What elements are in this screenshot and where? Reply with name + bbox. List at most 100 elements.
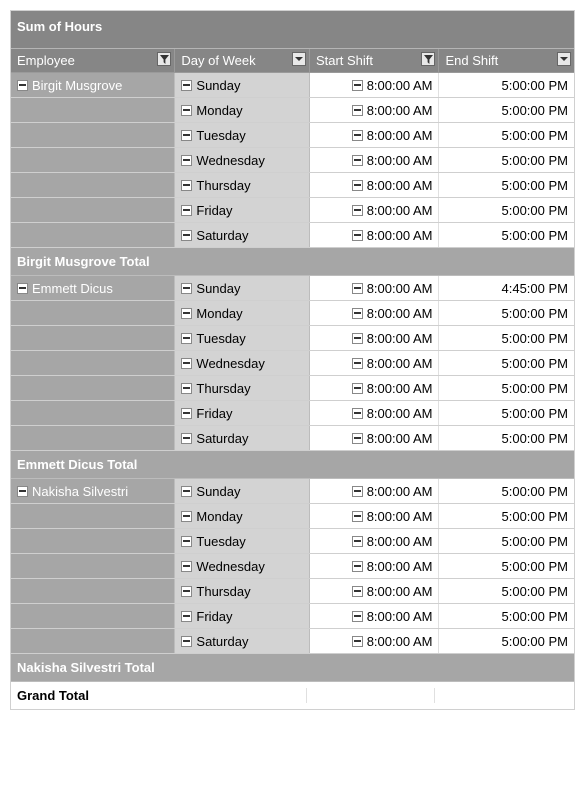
day-cell[interactable]: Wednesday xyxy=(175,554,310,578)
collapse-icon[interactable] xyxy=(352,408,363,419)
collapse-icon[interactable] xyxy=(181,308,192,319)
collapse-icon[interactable] xyxy=(352,358,363,369)
start-cell[interactable]: 8:00:00 AM xyxy=(310,504,440,528)
start-cell[interactable]: 8:00:00 AM xyxy=(310,326,440,350)
employee-cell[interactable] xyxy=(11,301,175,325)
collapse-icon[interactable] xyxy=(181,105,192,116)
employee-cell[interactable] xyxy=(11,223,175,247)
start-cell[interactable]: 8:00:00 AM xyxy=(310,426,440,450)
collapse-icon[interactable] xyxy=(181,536,192,547)
start-cell[interactable]: 8:00:00 AM xyxy=(310,148,440,172)
collapse-icon[interactable] xyxy=(181,155,192,166)
collapse-icon[interactable] xyxy=(352,230,363,241)
employee-cell[interactable]: Emmett Dicus xyxy=(11,276,175,300)
start-cell[interactable]: 8:00:00 AM xyxy=(310,579,440,603)
collapse-icon[interactable] xyxy=(352,130,363,141)
day-cell[interactable]: Monday xyxy=(175,98,310,122)
collapse-icon[interactable] xyxy=(181,586,192,597)
start-cell[interactable]: 8:00:00 AM xyxy=(310,529,440,553)
day-cell[interactable]: Friday xyxy=(175,604,310,628)
start-cell[interactable]: 8:00:00 AM xyxy=(310,276,440,300)
employee-cell[interactable] xyxy=(11,504,175,528)
employee-cell[interactable] xyxy=(11,326,175,350)
collapse-icon[interactable] xyxy=(352,180,363,191)
collapse-icon[interactable] xyxy=(181,130,192,141)
collapse-icon[interactable] xyxy=(181,205,192,216)
collapse-icon[interactable] xyxy=(352,586,363,597)
collapse-icon[interactable] xyxy=(352,636,363,647)
start-cell[interactable]: 8:00:00 AM xyxy=(310,604,440,628)
filter-icon[interactable] xyxy=(421,52,435,66)
collapse-icon[interactable] xyxy=(181,333,192,344)
collapse-icon[interactable] xyxy=(181,230,192,241)
start-cell[interactable]: 8:00:00 AM xyxy=(310,401,440,425)
start-cell[interactable]: 8:00:00 AM xyxy=(310,629,440,653)
day-cell[interactable]: Tuesday xyxy=(175,529,310,553)
employee-cell[interactable] xyxy=(11,98,175,122)
day-cell[interactable]: Wednesday xyxy=(175,148,310,172)
dropdown-icon[interactable] xyxy=(557,52,571,66)
collapse-icon[interactable] xyxy=(352,383,363,394)
employee-cell[interactable] xyxy=(11,351,175,375)
employee-cell[interactable]: Nakisha Silvestri xyxy=(11,479,175,503)
collapse-icon[interactable] xyxy=(181,80,192,91)
employee-cell[interactable] xyxy=(11,529,175,553)
employee-cell[interactable] xyxy=(11,554,175,578)
employee-cell[interactable] xyxy=(11,123,175,147)
day-cell[interactable]: Friday xyxy=(175,401,310,425)
day-cell[interactable]: Sunday xyxy=(175,479,310,503)
employee-cell[interactable] xyxy=(11,579,175,603)
day-cell[interactable]: Sunday xyxy=(175,276,310,300)
collapse-icon[interactable] xyxy=(181,283,192,294)
collapse-icon[interactable] xyxy=(352,486,363,497)
employee-cell[interactable] xyxy=(11,629,175,653)
collapse-icon[interactable] xyxy=(181,433,192,444)
day-cell[interactable]: Wednesday xyxy=(175,351,310,375)
day-cell[interactable]: Saturday xyxy=(175,426,310,450)
collapse-icon[interactable] xyxy=(181,511,192,522)
collapse-icon[interactable] xyxy=(352,308,363,319)
filter-icon[interactable] xyxy=(157,52,171,66)
start-cell[interactable]: 8:00:00 AM xyxy=(310,376,440,400)
employee-cell[interactable] xyxy=(11,426,175,450)
collapse-icon[interactable] xyxy=(352,561,363,572)
collapse-icon[interactable] xyxy=(181,180,192,191)
employee-cell[interactable]: Birgit Musgrove xyxy=(11,73,175,97)
start-cell[interactable]: 8:00:00 AM xyxy=(310,98,440,122)
day-cell[interactable]: Saturday xyxy=(175,629,310,653)
collapse-icon[interactable] xyxy=(181,611,192,622)
day-cell[interactable]: Thursday xyxy=(175,579,310,603)
collapse-icon[interactable] xyxy=(352,333,363,344)
collapse-icon[interactable] xyxy=(352,611,363,622)
collapse-icon[interactable] xyxy=(352,105,363,116)
collapse-icon[interactable] xyxy=(181,358,192,369)
day-cell[interactable]: Tuesday xyxy=(175,123,310,147)
employee-cell[interactable] xyxy=(11,401,175,425)
employee-cell[interactable] xyxy=(11,148,175,172)
day-cell[interactable]: Monday xyxy=(175,504,310,528)
day-cell[interactable]: Sunday xyxy=(175,73,310,97)
collapse-icon[interactable] xyxy=(352,433,363,444)
collapse-icon[interactable] xyxy=(181,408,192,419)
collapse-icon[interactable] xyxy=(352,205,363,216)
start-cell[interactable]: 8:00:00 AM xyxy=(310,351,440,375)
collapse-icon[interactable] xyxy=(181,383,192,394)
day-cell[interactable]: Monday xyxy=(175,301,310,325)
start-cell[interactable]: 8:00:00 AM xyxy=(310,223,440,247)
start-cell[interactable]: 8:00:00 AM xyxy=(310,479,440,503)
start-cell[interactable]: 8:00:00 AM xyxy=(310,173,440,197)
collapse-icon[interactable] xyxy=(352,511,363,522)
dropdown-icon[interactable] xyxy=(292,52,306,66)
employee-cell[interactable] xyxy=(11,376,175,400)
collapse-icon[interactable] xyxy=(181,561,192,572)
collapse-icon[interactable] xyxy=(352,536,363,547)
employee-cell[interactable] xyxy=(11,604,175,628)
day-cell[interactable]: Thursday xyxy=(175,376,310,400)
employee-cell[interactable] xyxy=(11,173,175,197)
collapse-icon[interactable] xyxy=(17,80,28,91)
collapse-icon[interactable] xyxy=(181,486,192,497)
start-cell[interactable]: 8:00:00 AM xyxy=(310,73,440,97)
collapse-icon[interactable] xyxy=(352,80,363,91)
collapse-icon[interactable] xyxy=(17,283,28,294)
collapse-icon[interactable] xyxy=(181,636,192,647)
